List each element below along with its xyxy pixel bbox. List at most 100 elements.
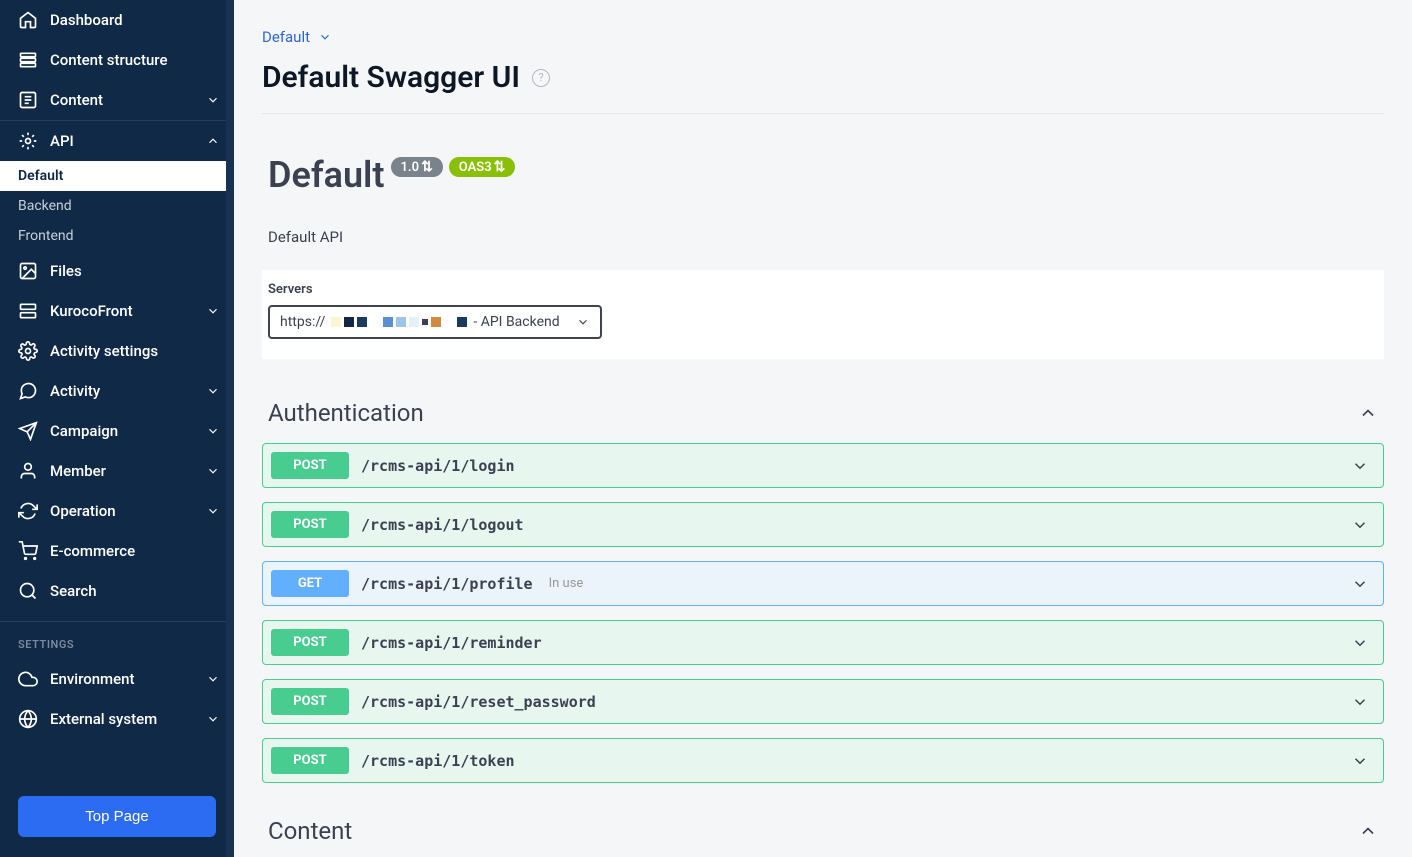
- chevron-down-icon: [576, 315, 590, 329]
- chevron-up-icon: [206, 134, 220, 148]
- nav-ecommerce[interactable]: E-commerce: [0, 531, 234, 571]
- nav-label: Activity settings: [50, 342, 158, 360]
- chevron-up-icon: [1358, 403, 1378, 423]
- nav-campaign[interactable]: Campaign: [0, 411, 234, 451]
- endpoint-path: /rcms-api/1/profile: [361, 575, 533, 593]
- nav-label: Dashboard: [50, 11, 123, 29]
- chevron-down-icon: [206, 304, 220, 318]
- servers-label: Servers: [268, 282, 1378, 297]
- nav-label: Campaign: [50, 422, 118, 440]
- method-badge: POST: [271, 688, 349, 715]
- endpoint-row[interactable]: GET/rcms-api/1/profile In use: [262, 561, 1384, 606]
- nav-files[interactable]: Files: [0, 251, 234, 291]
- endpoint-path: /rcms-api/1/token: [361, 752, 515, 770]
- breadcrumb[interactable]: Default: [262, 0, 1384, 60]
- chevron-down-icon: [206, 384, 220, 398]
- chevron-down-icon: [1351, 752, 1369, 770]
- chevron-down-icon: [206, 93, 220, 107]
- nav-content-structure[interactable]: Content structure: [0, 40, 234, 80]
- globe-icon: [18, 709, 38, 729]
- chevron-down-icon: [1351, 516, 1369, 534]
- chevron-down-icon: [1351, 693, 1369, 711]
- edit-icon: [18, 90, 38, 110]
- nav-api-frontend[interactable]: Frontend: [0, 221, 234, 251]
- endpoint-path: /rcms-api/1/login: [361, 457, 515, 475]
- swagger-title: Default: [268, 154, 385, 196]
- chevron-down-icon: [206, 504, 220, 518]
- nav-activity[interactable]: Activity: [0, 371, 234, 411]
- chat-icon: [18, 381, 38, 401]
- nav-kurocofront[interactable]: KurocoFront: [0, 291, 234, 331]
- top-page-button[interactable]: Top Page: [18, 796, 216, 837]
- endpoint-row[interactable]: POST/rcms-api/1/logout: [262, 502, 1384, 547]
- chevron-down-icon: [206, 464, 220, 478]
- api-icon: [18, 131, 38, 151]
- breadcrumb-item[interactable]: Default: [262, 28, 310, 46]
- nav-api[interactable]: API: [0, 121, 234, 161]
- nav-label: Content structure: [50, 51, 167, 69]
- endpoint-tag: In use: [549, 576, 584, 591]
- chevron-down-icon: [206, 672, 220, 686]
- nav-member[interactable]: Member: [0, 451, 234, 491]
- chevron-down-icon: [206, 712, 220, 726]
- chevron-up-icon: [1358, 821, 1378, 841]
- endpoint-path: /rcms-api/1/logout: [361, 516, 524, 534]
- settings-heading: SETTINGS: [0, 622, 234, 659]
- nav-environment[interactable]: Environment: [0, 659, 234, 699]
- section-authentication[interactable]: Authentication: [262, 359, 1384, 437]
- version-badge[interactable]: 1.0⇅: [391, 157, 443, 177]
- nav-api-backend[interactable]: Backend: [0, 191, 234, 221]
- method-badge: POST: [271, 511, 349, 538]
- endpoint-row[interactable]: POST/rcms-api/1/login: [262, 443, 1384, 488]
- section-content[interactable]: Content: [262, 797, 1384, 855]
- nav-api-default[interactable]: Default: [0, 161, 234, 191]
- cloud-icon: [18, 669, 38, 689]
- home-icon: [18, 10, 38, 30]
- user-icon: [18, 461, 38, 481]
- chevron-down-icon: [1351, 457, 1369, 475]
- main-content: Default Default Swagger UI ? Default 1.0…: [234, 0, 1412, 857]
- nav-label: API: [50, 132, 74, 150]
- method-badge: POST: [271, 452, 349, 479]
- gear-icon: [18, 341, 38, 361]
- method-badge: GET: [271, 570, 349, 597]
- swagger-description: Default API: [262, 196, 1384, 270]
- search-icon: [18, 581, 38, 601]
- send-icon: [18, 421, 38, 441]
- chevron-down-icon: [1351, 634, 1369, 652]
- nav-label: E-commerce: [50, 542, 135, 560]
- nav-activity-settings[interactable]: Activity settings: [0, 331, 234, 371]
- nav-dashboard[interactable]: Dashboard: [0, 0, 234, 40]
- endpoint-path: /rcms-api/1/reset_password: [361, 693, 596, 711]
- image-icon: [18, 261, 38, 281]
- endpoint-row[interactable]: POST/rcms-api/1/token: [262, 738, 1384, 783]
- nav-label: Environment: [50, 670, 135, 688]
- chevron-down-icon: [206, 424, 220, 438]
- server-select[interactable]: https:// - API Backend: [268, 305, 602, 339]
- oas-badge[interactable]: OAS3⇅: [449, 157, 516, 177]
- page-title: Default Swagger UI: [262, 60, 520, 95]
- nav-label: Files: [50, 262, 82, 280]
- method-badge: POST: [271, 747, 349, 774]
- nav-content[interactable]: Content: [0, 80, 234, 120]
- redacted-url-icon: [331, 317, 467, 327]
- endpoint-row[interactable]: POST/rcms-api/1/reminder: [262, 620, 1384, 665]
- endpoint-path: /rcms-api/1/reminder: [361, 634, 542, 652]
- help-icon[interactable]: ?: [532, 69, 550, 87]
- chevron-down-icon: [1351, 575, 1369, 593]
- refresh-icon: [18, 501, 38, 521]
- nav-label: External system: [50, 710, 157, 728]
- chevron-down-icon: [318, 30, 332, 44]
- nav-label: Content: [50, 91, 103, 109]
- server-icon: [18, 301, 38, 321]
- nav-label: Operation: [50, 502, 116, 520]
- nav-external-system[interactable]: External system: [0, 699, 234, 739]
- nav-operation[interactable]: Operation: [0, 491, 234, 531]
- nav-label: Search: [50, 582, 97, 600]
- cart-icon: [18, 541, 38, 561]
- nav-search[interactable]: Search: [0, 571, 234, 611]
- endpoint-row[interactable]: POST/rcms-api/1/reset_password: [262, 679, 1384, 724]
- sidebar-scrollbar[interactable]: [226, 0, 234, 857]
- layers-icon: [18, 50, 38, 70]
- nav-label: KurocoFront: [50, 302, 133, 320]
